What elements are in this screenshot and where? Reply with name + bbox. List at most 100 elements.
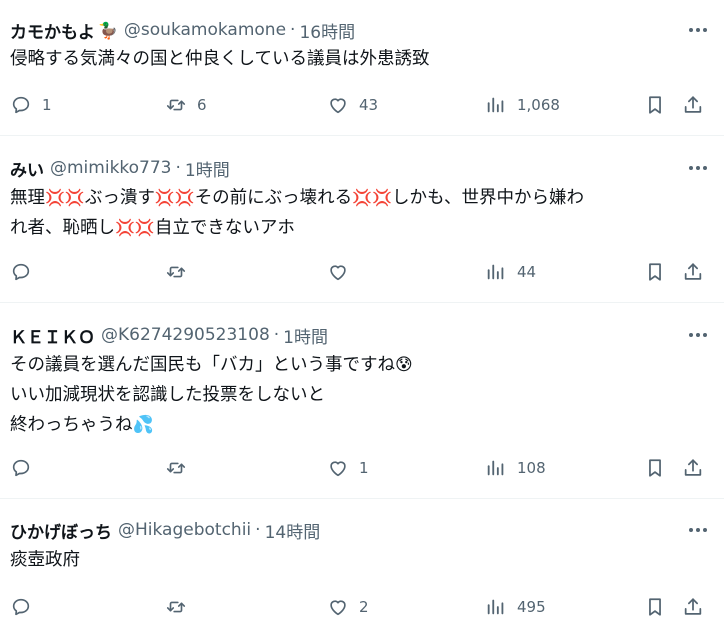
tweet-text-line: れ者、恥晒し💢💢自立できないアホ — [10, 213, 710, 243]
tweet-text-line: いい加減現状を認識した投票をしないと — [10, 380, 710, 410]
anger-symbol-icon: 💢 — [352, 188, 373, 207]
user-handle[interactable]: @Hikagebotchii — [118, 520, 251, 540]
tweet-text-line: 無理💢💢ぶっ潰す💢💢その前にぶっ壊れる💢💢しかも、世界中から嫌わ — [10, 183, 710, 213]
display-name[interactable]: カモかもよ — [10, 18, 95, 43]
action-bar: 2 495 — [10, 594, 710, 620]
share-button[interactable] — [682, 594, 704, 620]
timestamp[interactable]: 14時間 — [265, 518, 321, 543]
share-button[interactable] — [682, 92, 704, 118]
analytics-icon — [485, 261, 507, 283]
bookmark-button[interactable] — [644, 455, 666, 481]
bookmark-icon — [644, 457, 666, 479]
anger-symbol-icon: 💢 — [174, 188, 195, 207]
views-button[interactable]: 108 — [485, 455, 546, 481]
more-options-icon[interactable] — [684, 156, 712, 180]
bookmark-button[interactable] — [644, 259, 666, 285]
timestamp[interactable]: 16時間 — [299, 18, 355, 43]
reply-icon — [10, 596, 32, 618]
anger-symbol-icon: 💢 — [154, 188, 175, 207]
text-segment: 終わっちゃうね — [10, 415, 133, 435]
retweet-button[interactable]: 6 — [165, 92, 207, 118]
text-segment: その議員を選んだ国民も「バカ」という事ですね — [10, 355, 395, 375]
reply-feed: カモかもよ 🦆 @soukamokamone · 16時間 侵略する気満々の国と… — [0, 0, 724, 644]
share-icon — [682, 596, 704, 618]
reply-button[interactable] — [10, 455, 42, 481]
more-options-icon[interactable] — [684, 518, 712, 542]
analytics-icon — [485, 94, 507, 116]
retweet-icon — [165, 596, 187, 618]
retweet-button[interactable] — [165, 594, 197, 620]
replies-count: 1 — [42, 96, 52, 114]
heart-icon — [327, 596, 349, 618]
retweets-count: 6 — [197, 96, 207, 114]
tweet-header: カモかもよ 🦆 @soukamokamone · 16時間 — [10, 18, 712, 43]
action-bar: 1 6 43 1,068 — [10, 92, 710, 118]
user-handle[interactable]: @soukamokamone — [124, 20, 286, 40]
analytics-icon — [485, 457, 507, 479]
separator: · — [273, 325, 280, 345]
views-button[interactable]: 44 — [485, 259, 536, 285]
separator: · — [290, 20, 296, 40]
text-segment: 侵略する気満々の国と仲良くしている議員は外患誘致 — [10, 49, 430, 69]
text-segment: 自立できないアホ — [154, 218, 295, 238]
tweet[interactable]: ＫＥＩＫＯ @K6274290523108 · 1時間 その議員を選んだ国民も「… — [0, 303, 724, 499]
bookmark-icon — [644, 261, 666, 283]
reply-button[interactable]: 1 — [10, 92, 52, 118]
retweet-button[interactable] — [165, 259, 197, 285]
tweet-header: みい @mimikko773 · 1時間 — [10, 156, 712, 181]
bookmark-button[interactable] — [644, 92, 666, 118]
reply-icon — [10, 457, 32, 479]
share-button[interactable] — [682, 455, 704, 481]
bookmark-icon — [644, 94, 666, 116]
more-options-icon[interactable] — [684, 323, 712, 347]
tweet-text: 無理💢💢ぶっ潰す💢💢その前にぶっ壊れる💢💢しかも、世界中から嫌わ れ者、恥晒し💢💢… — [10, 183, 710, 243]
tweet-text-line: 痰壺政府 — [10, 545, 710, 575]
tweet[interactable]: ひかげぼっち @Hikagebotchii · 14時間 痰壺政府 2 495 — [0, 499, 724, 644]
duck-emoji-icon: 🦆 — [98, 20, 118, 40]
views-count: 44 — [517, 263, 537, 281]
display-name[interactable]: ＫＥＩＫＯ — [10, 323, 95, 348]
text-segment: ぶっ潰す — [84, 188, 155, 208]
display-name[interactable]: ひかげぼっち — [10, 518, 112, 543]
likes-count: 43 — [359, 96, 379, 114]
bookmark-button[interactable] — [644, 594, 666, 620]
retweet-button[interactable] — [165, 455, 197, 481]
likes-count: 2 — [359, 598, 369, 616]
timestamp[interactable]: 1時間 — [185, 156, 230, 181]
tweet-text: 痰壺政府 — [10, 545, 710, 575]
tweet-text-line: その議員を選んだ国民も「バカ」という事ですね😰 — [10, 350, 710, 380]
reply-button[interactable] — [10, 259, 42, 285]
user-handle[interactable]: @mimikko773 — [50, 158, 172, 178]
share-button[interactable] — [682, 259, 704, 285]
anger-symbol-icon: 💢 — [45, 188, 65, 207]
reply-icon — [10, 94, 32, 116]
timestamp[interactable]: 1時間 — [283, 323, 328, 348]
like-button[interactable]: 43 — [327, 92, 378, 118]
like-button[interactable]: 2 — [327, 594, 369, 620]
like-button[interactable] — [327, 259, 359, 285]
heart-icon — [327, 94, 349, 116]
views-button[interactable]: 495 — [485, 594, 546, 620]
tweet-header: ＫＥＩＫＯ @K6274290523108 · 1時間 — [10, 323, 712, 348]
reply-button[interactable] — [10, 594, 42, 620]
analytics-icon — [485, 596, 507, 618]
more-options-icon[interactable] — [684, 18, 712, 42]
share-icon — [682, 457, 704, 479]
anger-symbol-icon: 💢 — [64, 188, 85, 207]
views-count: 1,068 — [517, 96, 560, 114]
views-count: 108 — [517, 459, 546, 477]
views-button[interactable]: 1,068 — [485, 92, 560, 118]
retweet-icon — [165, 261, 187, 283]
action-bar: 1 108 — [10, 455, 710, 481]
like-button[interactable]: 1 — [327, 455, 369, 481]
share-icon — [682, 94, 704, 116]
anger-symbol-icon: 💢 — [372, 188, 393, 207]
views-count: 495 — [517, 598, 546, 616]
display-name[interactable]: みい — [10, 156, 44, 181]
sweat-droplets-icon: 💦 — [132, 415, 154, 435]
tweet[interactable]: みい @mimikko773 · 1時間 無理💢💢ぶっ潰す💢💢その前にぶっ壊れる… — [0, 136, 724, 303]
tweet[interactable]: カモかもよ 🦆 @soukamokamone · 16時間 侵略する気満々の国と… — [0, 0, 724, 136]
tweet-text-line: 終わっちゃうね💦 — [10, 410, 710, 440]
user-handle[interactable]: @K6274290523108 — [101, 325, 270, 345]
text-segment: 無理 — [10, 188, 45, 208]
